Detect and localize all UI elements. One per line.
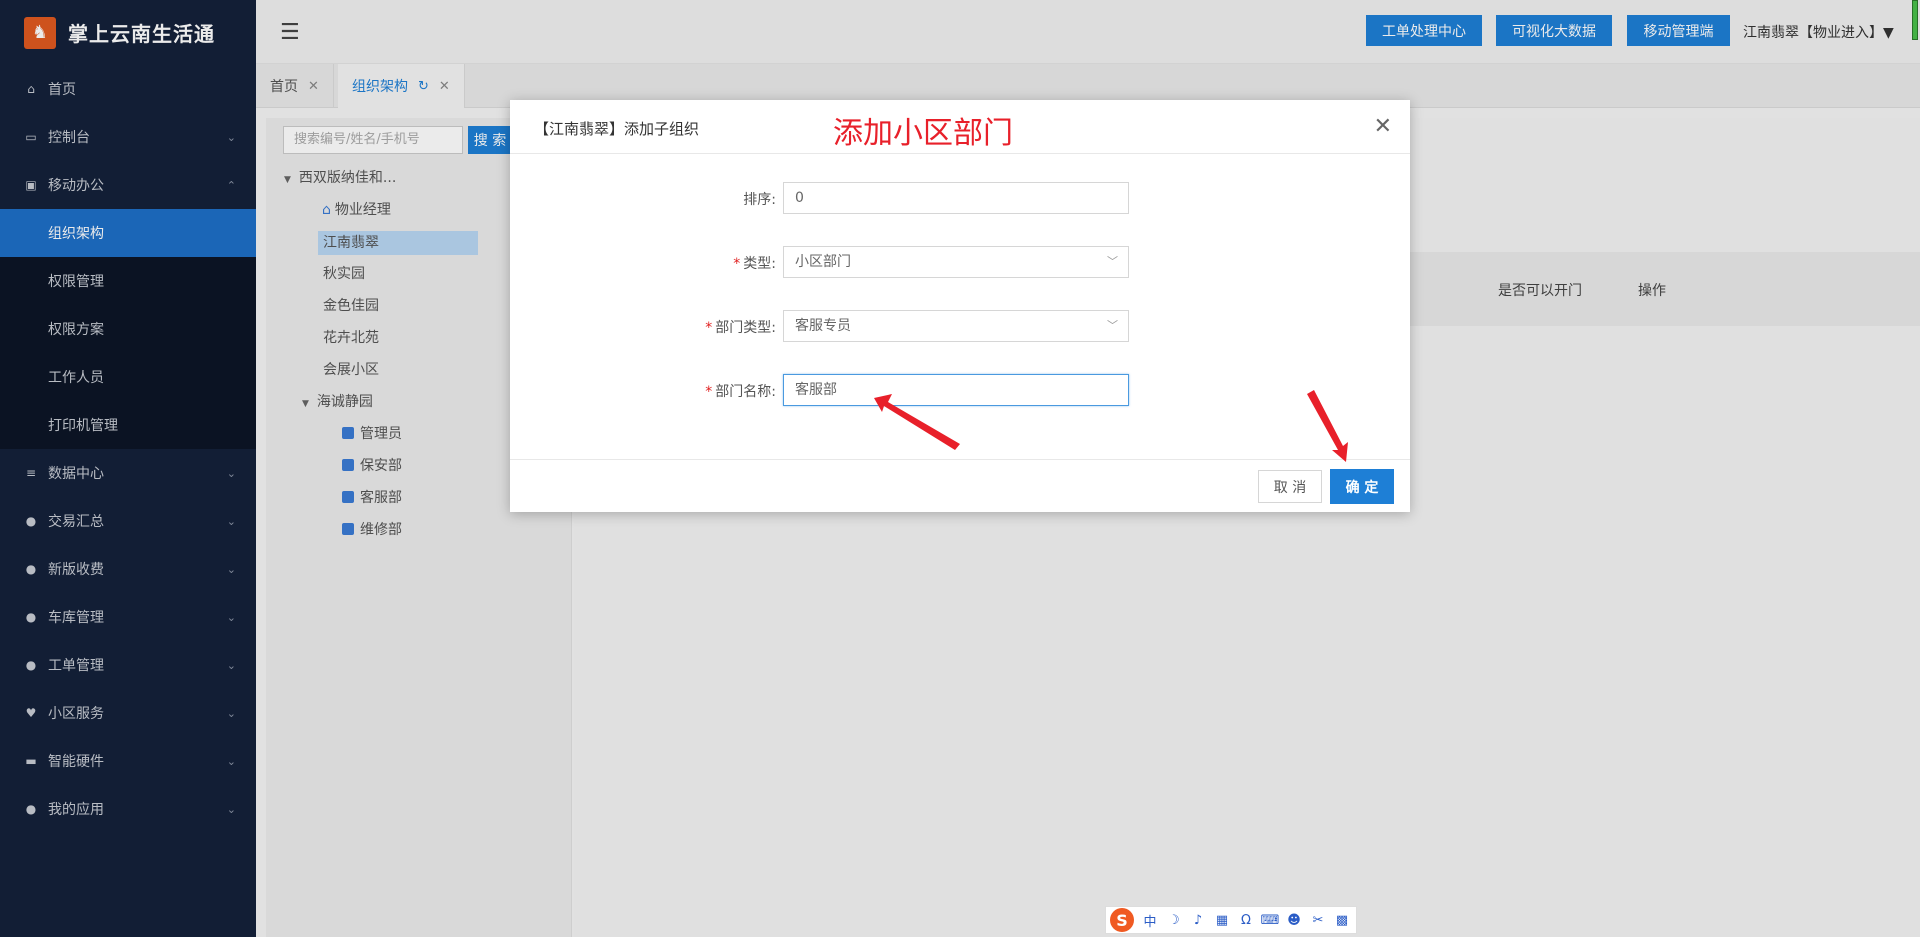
add-suborg-dialog: 【江南翡翠】添加子组织 添加小区部门 ✕ 排序: 0 * 类型: 小区部门 ﹀ * 部… (510, 100, 1410, 512)
ime-chat-icon[interactable]: ▦ (1210, 913, 1234, 928)
type-label: * 类型: (576, 253, 776, 273)
annotation-text: 添加小区部门 (833, 116, 1013, 151)
ime-keyboard-icon[interactable]: ⌨ (1258, 913, 1282, 928)
chevron-down-icon: ﹀ (1107, 319, 1118, 332)
ime-symbol-icon[interactable]: Ω (1234, 913, 1258, 928)
dept-name-input[interactable]: 客服部 (783, 374, 1129, 406)
ime-moon-icon[interactable]: ☽ (1162, 913, 1186, 928)
type-select[interactable]: 小区部门 ﹀ (783, 246, 1129, 278)
required-mark: * (733, 256, 741, 272)
confirm-button[interactable]: 确 定 (1330, 469, 1394, 504)
ime-toolbar: S 中 ☽ ♪ ▦ Ω ⌨ ☻ ✂ ▩ (1105, 906, 1357, 934)
ime-logo-icon[interactable]: S (1110, 908, 1134, 932)
dept-type-label: * 部门类型: (576, 317, 776, 337)
dept-name-label: * 部门名称: (576, 381, 776, 401)
required-mark: * (705, 320, 713, 336)
ime-user-icon[interactable]: ☻ (1282, 913, 1306, 928)
label-text: 部门类型: (715, 320, 776, 336)
dialog-title: 【江南翡翠】添加子组织 (534, 120, 700, 138)
label-text: 排序: (743, 192, 776, 208)
label-text: 类型: (743, 256, 776, 272)
label-text: 部门名称: (715, 384, 776, 400)
divider (510, 153, 1410, 154)
required-mark: * (705, 384, 713, 400)
select-value: 小区部门 (795, 254, 851, 270)
ime-mic-icon[interactable]: ♪ (1186, 913, 1210, 928)
order-input[interactable]: 0 (783, 182, 1129, 214)
ime-grid-icon[interactable]: ▩ (1330, 913, 1354, 928)
cancel-button[interactable]: 取 消 (1258, 470, 1322, 503)
ime-scissors-icon[interactable]: ✂ (1306, 913, 1330, 928)
ime-chinese-icon[interactable]: 中 (1138, 911, 1162, 930)
chevron-down-icon: ﹀ (1107, 255, 1118, 268)
divider (510, 459, 1410, 460)
dept-type-select[interactable]: 客服专员 ﹀ (783, 310, 1129, 342)
order-label: 排序: (576, 189, 776, 209)
select-value: 客服专员 (795, 318, 851, 334)
close-icon[interactable]: ✕ (1374, 114, 1392, 139)
